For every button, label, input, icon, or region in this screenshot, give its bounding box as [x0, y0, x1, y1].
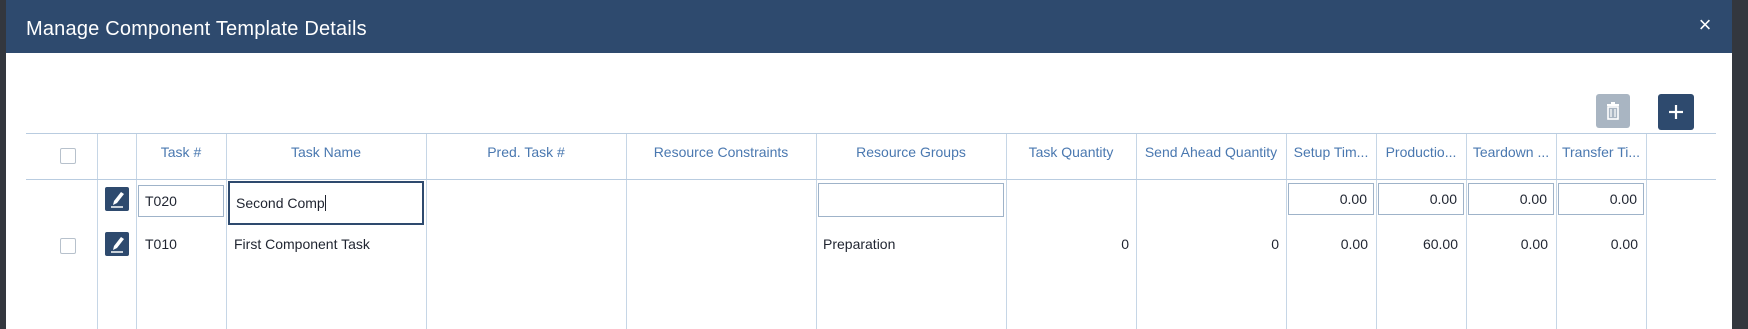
manage-component-template-dialog: Manage Component Template Details × Task…	[6, 0, 1732, 329]
production-time-input[interactable]: 0.00	[1378, 183, 1464, 215]
task-name-value: Second Comp	[236, 195, 325, 211]
pencil-icon	[111, 192, 124, 208]
column-header-resource-constraints[interactable]: Resource Constraints	[626, 144, 816, 166]
delete-button[interactable]	[1596, 94, 1630, 128]
transfer-time-input[interactable]: 0.00	[1558, 183, 1644, 215]
column-header-task-num[interactable]: Task #	[136, 144, 226, 166]
trash-icon	[1607, 102, 1619, 120]
column-header-transfer-time[interactable]: Transfer Ti...	[1558, 144, 1644, 166]
cell-send-ahead-quantity: 0	[1271, 236, 1279, 252]
cell-task-quantity: 0	[1121, 236, 1129, 252]
grid-divider	[97, 134, 98, 329]
column-header-pred-task[interactable]: Pred. Task #	[426, 144, 626, 166]
column-header-production-time[interactable]: Productio...	[1378, 144, 1464, 166]
grid-divider	[1556, 134, 1557, 329]
add-button[interactable]	[1658, 94, 1694, 130]
pencil-icon	[111, 237, 124, 253]
dialog-title: Manage Component Template Details	[26, 18, 367, 40]
teardown-time-input[interactable]: 0.00	[1468, 183, 1554, 215]
task-name-input[interactable]: Second Comp	[228, 181, 424, 225]
task-num-input[interactable]: T020	[138, 185, 224, 217]
cell-setup-time: 0.00	[1340, 236, 1368, 252]
column-header-teardown-time[interactable]: Teardown ...	[1468, 144, 1554, 166]
plus-icon	[1669, 105, 1683, 119]
column-header-send-ahead-quantity[interactable]: Send Ahead Quantity	[1136, 144, 1286, 166]
select-all-checkbox[interactable]	[60, 148, 76, 164]
edit-row-button[interactable]	[105, 187, 129, 211]
cell-transfer-time: 0.00	[1610, 236, 1638, 252]
dialog-titlebar: Manage Component Template Details ×	[6, 0, 1732, 53]
resource-groups-input[interactable]	[818, 183, 1004, 217]
edit-row-button[interactable]	[105, 232, 129, 256]
task-grid: Task # Task Name Pred. Task # Resource C…	[26, 133, 1716, 329]
text-caret	[324, 195, 326, 211]
column-header-task-quantity[interactable]: Task Quantity	[1006, 144, 1136, 166]
grid-divider	[1646, 134, 1647, 329]
cell-teardown-time: 0.00	[1520, 236, 1548, 252]
cell-task-name: First Component Task	[234, 236, 370, 252]
backdrop-right	[1732, 0, 1748, 329]
setup-time-input[interactable]: 0.00	[1288, 183, 1374, 215]
cell-production-time: 60.00	[1422, 236, 1458, 252]
close-icon[interactable]: ×	[1694, 14, 1716, 36]
column-header-resource-groups[interactable]: Resource Groups	[816, 144, 1006, 166]
grid-divider	[1466, 134, 1467, 329]
header-divider	[26, 179, 1716, 180]
grid-divider	[1376, 134, 1377, 329]
column-header-task-name[interactable]: Task Name	[226, 144, 426, 166]
column-header-setup-time[interactable]: Setup Tim...	[1288, 144, 1374, 166]
cell-resource-groups: Preparation	[823, 236, 896, 252]
grid-divider	[1286, 134, 1287, 329]
cell-task-num: T010	[145, 236, 177, 252]
row-checkbox[interactable]	[60, 238, 76, 254]
